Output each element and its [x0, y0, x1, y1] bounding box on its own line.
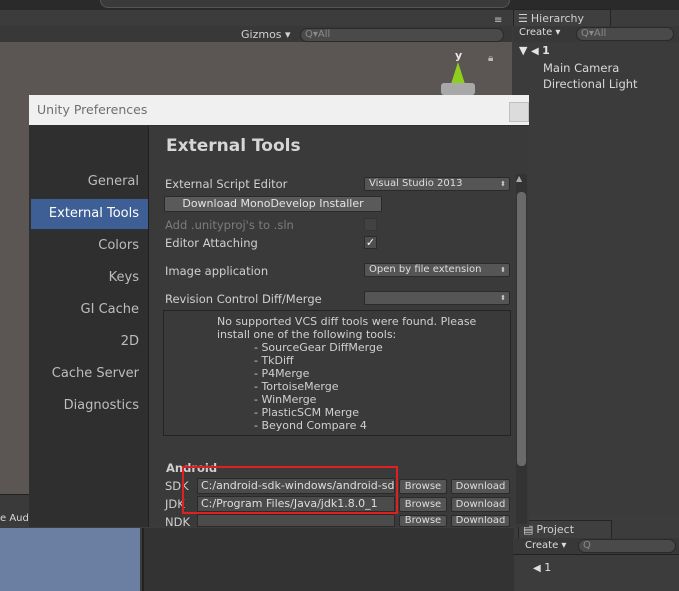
list-icon: ☰: [518, 12, 528, 25]
sidebar-item-general[interactable]: General: [31, 167, 148, 197]
download-monodevelop-button[interactable]: Download MonoDevelop Installer: [164, 196, 382, 212]
updown-arrow-icon: ⬍: [500, 266, 506, 274]
editor-attaching-checkbox[interactable]: ✓: [364, 236, 377, 249]
updown-arrow-icon: ⬍: [500, 294, 506, 302]
revision-control-dropdown[interactable]: ⬍: [364, 291, 510, 305]
editor-attaching-label: Editor Attaching: [165, 236, 258, 250]
sidebar-item-keys[interactable]: Keys: [31, 263, 148, 293]
sidebar-item-gi-cache[interactable]: GI Cache: [31, 295, 148, 325]
checkmark-icon: ✓: [365, 236, 376, 249]
add-unityproj-label: Add .unityproj's to .sln: [165, 218, 294, 232]
annotation-highlight-box: [182, 466, 398, 514]
ndk-browse-button[interactable]: Browse: [399, 515, 447, 527]
chevron-down-icon[interactable]: ▼: [519, 44, 527, 57]
vcs-line: install one of the following tools:: [217, 328, 397, 341]
jdk-download-button[interactable]: Download: [451, 497, 510, 512]
sidebar-item-2d[interactable]: 2D: [31, 327, 148, 357]
axis-y-label: y: [455, 49, 463, 62]
close-button[interactable]: [509, 102, 529, 122]
window-title: Unity Preferences: [37, 102, 148, 117]
vcs-line: - TortoiseMerge: [226, 380, 339, 393]
scrollbar-thumb[interactable]: [517, 192, 526, 466]
vcs-line: - SourceGear DiffMerge: [226, 341, 383, 354]
project-create-button[interactable]: Create ▾: [525, 540, 566, 551]
tab-hierarchy[interactable]: ☰ Hierarchy: [513, 9, 611, 27]
sidebar-item-label: Diagnostics: [63, 398, 139, 413]
image-app-label: Image application: [165, 264, 269, 278]
script-editor-value: Visual Studio 2013: [369, 178, 463, 189]
revision-control-label: Revision Control Diff/Merge: [165, 292, 322, 306]
script-editor-label: External Script Editor: [165, 177, 288, 191]
image-app-value: Open by file extension: [369, 264, 482, 275]
unity-scene-icon: ◀: [533, 563, 541, 574]
vcs-line: - TkDiff: [226, 354, 294, 367]
ndk-path-field[interactable]: [197, 514, 395, 527]
hierarchy-search-input[interactable]: Q▾All: [576, 27, 674, 41]
tab-hierarchy-label: Hierarchy: [530, 12, 585, 25]
scene-gizmo-cube-icon[interactable]: [441, 83, 475, 95]
sidebar-item-label: Cache Server: [51, 366, 139, 381]
page-title: External Tools: [166, 136, 301, 156]
vcs-line: - P4Merge: [226, 367, 310, 380]
audio-label: e Audi: [0, 513, 32, 524]
jdk-browse-button[interactable]: Browse: [399, 497, 447, 512]
sidebar-item-colors[interactable]: Colors: [31, 231, 148, 261]
scene-root-item[interactable]: ▼ ◀ 1: [519, 44, 550, 57]
tab-project-label: Project: [536, 523, 575, 536]
project-search-input[interactable]: Q: [578, 539, 676, 553]
script-editor-dropdown[interactable]: Visual Studio 2013 ⬍: [364, 177, 510, 191]
vcs-line: - WinMerge: [226, 393, 317, 406]
vcs-line: - Beyond Compare 4: [226, 419, 367, 432]
sidebar-item-label: Keys: [108, 270, 139, 285]
vcs-line: No supported VCS diff tools were found. …: [217, 315, 477, 328]
add-unityproj-checkbox[interactable]: [364, 218, 377, 231]
sidebar-item-label: 2D: [120, 334, 139, 349]
sdk-browse-button[interactable]: Browse: [399, 479, 447, 494]
hierarchy-item-main-camera[interactable]: Main Camera: [543, 61, 619, 75]
sidebar-item-label: External Tools: [48, 206, 139, 221]
sdk-download-button[interactable]: Download: [451, 479, 510, 494]
hierarchy-item-directional-light[interactable]: Directional Light: [543, 77, 638, 91]
ndk-label: NDK: [165, 515, 190, 529]
axis-y-gizmo-icon[interactable]: [451, 62, 465, 84]
ndk-download-button[interactable]: Download: [451, 515, 510, 527]
image-app-dropdown[interactable]: Open by file extension ⬍: [364, 263, 510, 277]
sidebar-item-label: Colors: [98, 238, 139, 253]
panel-menu-icon[interactable]: ≡: [494, 15, 502, 26]
preferences-title-bar: Unity Preferences: [29, 95, 529, 125]
hierarchy-create-button[interactable]: Create ▾: [519, 27, 560, 38]
project-item-label: 1: [544, 561, 552, 574]
sidebar-item-label: GI Cache: [80, 302, 139, 317]
sidebar-item-cache-server[interactable]: Cache Server: [31, 359, 148, 389]
console-panel: [142, 528, 514, 591]
gizmos-dropdown[interactable]: Gizmos ▾: [241, 28, 291, 41]
scene-name: 1: [542, 44, 550, 57]
vcs-line: - PlasticSCM Merge: [226, 406, 360, 419]
sidebar-item-diagnostics[interactable]: Diagnostics: [31, 391, 148, 421]
game-view: [0, 528, 140, 591]
updown-arrow-icon: ⬍: [500, 180, 506, 188]
scroll-up-arrow-icon[interactable]: ▲: [516, 174, 522, 183]
toolbar-pill: [100, 0, 510, 8]
sidebar-item-external-tools[interactable]: External Tools: [31, 199, 148, 229]
lock-icon[interactable]: 🔒︎: [488, 53, 493, 64]
sidebar-item-label: General: [87, 174, 139, 189]
project-item[interactable]: ◀ 1: [533, 561, 551, 574]
hierarchy-panel: [513, 42, 679, 515]
unity-logo-icon: ◀: [530, 46, 539, 57]
scene-search-input[interactable]: Q▾All: [300, 28, 504, 42]
tab-project[interactable]: ▤ Project: [518, 520, 612, 538]
